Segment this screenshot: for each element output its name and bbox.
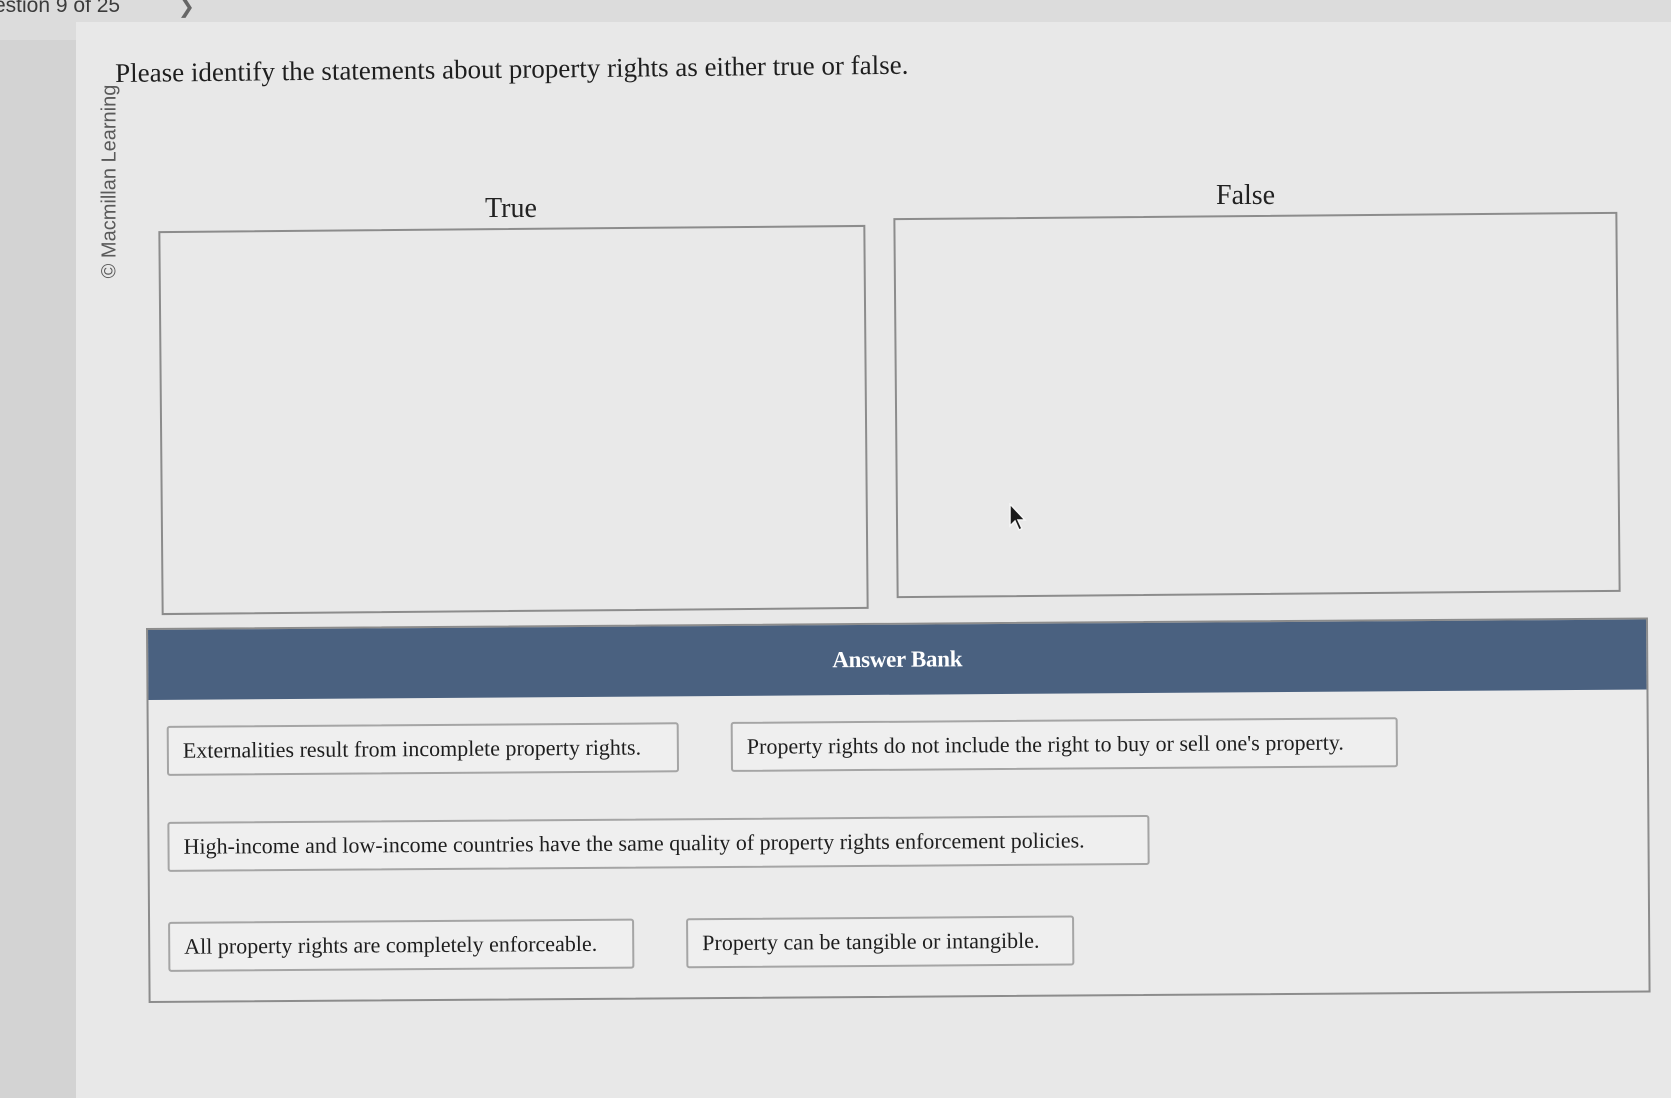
- answer-chip[interactable]: High-income and low-income countries hav…: [167, 815, 1150, 872]
- mouse-cursor-icon: [1009, 503, 1027, 532]
- answer-bank: Answer Bank Externalities result from in…: [146, 617, 1651, 1003]
- false-column-label: False: [1216, 180, 1276, 211]
- copyright-text: © Macmillan Learning: [98, 84, 121, 279]
- left-rail: [0, 40, 76, 1098]
- false-drop-zone[interactable]: [893, 211, 1621, 599]
- answer-chip[interactable]: Externalities result from incomplete pro…: [166, 722, 680, 776]
- true-column-label: True: [485, 193, 537, 224]
- chevron-right-icon[interactable]: ❯: [178, 0, 195, 18]
- answer-chip[interactable]: All property rights are completely enfor…: [168, 918, 635, 972]
- answer-chip[interactable]: Property rights do not include the right…: [730, 717, 1399, 772]
- true-drop-zone[interactable]: [158, 224, 869, 616]
- copyright-notice: © Macmillan Learning: [95, 0, 125, 330]
- answer-bank-header: Answer Bank: [148, 619, 1647, 700]
- answer-chip[interactable]: Property can be tangible or intangible.: [686, 915, 1075, 969]
